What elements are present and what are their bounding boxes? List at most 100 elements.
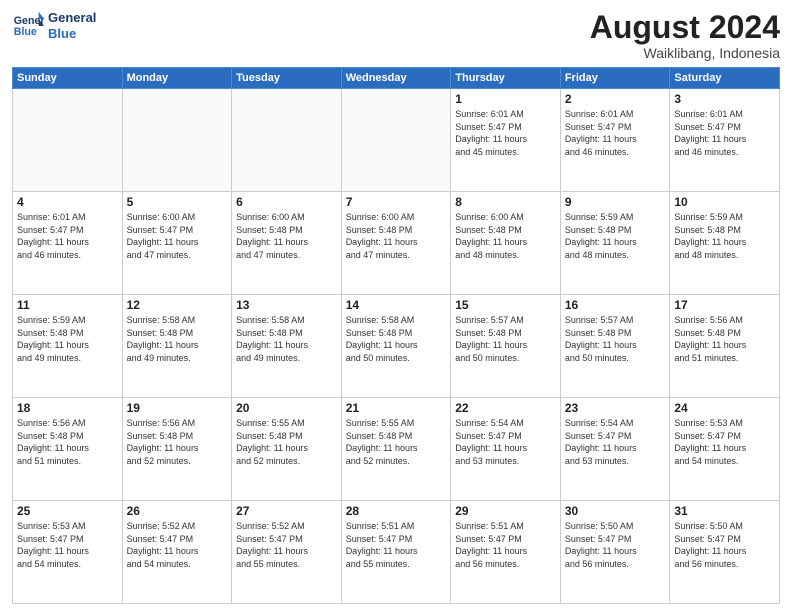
calendar-cell: 22Sunrise: 5:54 AM Sunset: 5:47 PM Dayli… [451,398,561,501]
week-row-4: 18 Sunrise: 5:56 AM Sunset: 5:48 PM Dayli… [13,398,780,501]
day-number: 6 [236,195,337,209]
logo: General Blue General Blue [12,10,96,42]
calendar-cell: 14 Sunrise: 5:58 AM Sunset: 5:48 PM Dayli… [341,295,451,398]
calendar-cell: 12 Sunrise: 5:58 AM Sunset: 5:48 PM Dayli… [122,295,232,398]
day-info: Sunrise: 5:59 AM Sunset: 5:48 PM Dayligh… [674,211,775,261]
day-number: 8 [455,195,556,209]
calendar-cell: 21Sunrise: 5:55 AM Sunset: 5:48 PM Dayli… [341,398,451,501]
day-info: Sunrise: 6:01 AM Sunset: 5:47 PM Dayligh… [674,108,775,158]
day-info: Sunrise: 5:59 AM Sunset: 5:48 PM Dayligh… [565,211,666,261]
day-number: 31 [674,504,775,518]
day-info: Sunrise: 5:55 AM Sunset: 5:48 PM Dayligh… [236,417,337,467]
calendar-cell [122,89,232,192]
day-info: Sunrise: 5:54 AM Sunset: 5:47 PM Dayligh… [565,417,666,467]
title-block: August 2024 Waiklibang, Indonesia [590,10,780,61]
day-info: Sunrise: 5:50 AM Sunset: 5:47 PM Dayligh… [674,520,775,570]
day-info: Sunrise: 5:58 AM Sunset: 5:48 PM Dayligh… [127,314,228,364]
calendar-cell: 27 Sunrise: 5:52 AM Sunset: 5:47 PM Dayli… [232,501,342,604]
day-info: Sunrise: 5:51 AM Sunset: 5:47 PM Dayligh… [455,520,556,570]
weekday-header-monday: Monday [122,68,232,89]
weekday-header-sunday: Sunday [13,68,123,89]
day-info: Sunrise: 6:01 AM Sunset: 5:47 PM Dayligh… [455,108,556,158]
day-info: Sunrise: 5:58 AM Sunset: 5:48 PM Dayligh… [346,314,447,364]
day-info: Sunrise: 6:00 AM Sunset: 5:48 PM Dayligh… [346,211,447,261]
day-number: 1 [455,92,556,106]
calendar-cell: 30 Sunrise: 5:50 AM Sunset: 5:47 PM Dayli… [560,501,670,604]
calendar-cell: 15 Sunrise: 5:57 AM Sunset: 5:48 PM Dayli… [451,295,561,398]
calendar-cell: 13 Sunrise: 5:58 AM Sunset: 5:48 PM Dayli… [232,295,342,398]
calendar-cell: 20 Sunrise: 5:55 AM Sunset: 5:48 PM Dayli… [232,398,342,501]
day-number: 12 [127,298,228,312]
day-info: Sunrise: 5:52 AM Sunset: 5:47 PM Dayligh… [127,520,228,570]
day-info: Sunrise: 5:54 AM Sunset: 5:47 PM Dayligh… [455,417,556,467]
calendar-cell: 31 Sunrise: 5:50 AM Sunset: 5:47 PM Dayli… [670,501,780,604]
logo-icon: General Blue [12,10,44,42]
header: General Blue General Blue August 2024 Wa… [12,10,780,61]
calendar-cell: 5 Sunrise: 6:00 AM Sunset: 5:47 PM Daylig… [122,192,232,295]
logo-text-blue: Blue [48,26,96,42]
day-number: 27 [236,504,337,518]
day-info: Sunrise: 5:53 AM Sunset: 5:47 PM Dayligh… [17,520,118,570]
day-info: Sunrise: 6:01 AM Sunset: 5:47 PM Dayligh… [17,211,118,261]
calendar-cell: 8 Sunrise: 6:00 AM Sunset: 5:48 PM Daylig… [451,192,561,295]
calendar-cell: 2Sunrise: 6:01 AM Sunset: 5:47 PM Daylig… [560,89,670,192]
day-info: Sunrise: 6:01 AM Sunset: 5:47 PM Dayligh… [565,108,666,158]
day-info: Sunrise: 5:50 AM Sunset: 5:47 PM Dayligh… [565,520,666,570]
weekday-header-tuesday: Tuesday [232,68,342,89]
calendar-cell: 17 Sunrise: 5:56 AM Sunset: 5:48 PM Dayli… [670,295,780,398]
day-info: Sunrise: 5:59 AM Sunset: 5:48 PM Dayligh… [17,314,118,364]
calendar-cell: 24Sunrise: 5:53 AM Sunset: 5:47 PM Dayli… [670,398,780,501]
calendar-cell [341,89,451,192]
calendar-cell: 29 Sunrise: 5:51 AM Sunset: 5:47 PM Dayli… [451,501,561,604]
week-row-5: 25 Sunrise: 5:53 AM Sunset: 5:47 PM Dayli… [13,501,780,604]
day-number: 20 [236,401,337,415]
calendar-cell: 7Sunrise: 6:00 AM Sunset: 5:48 PM Daylig… [341,192,451,295]
calendar-cell: 16Sunrise: 5:57 AM Sunset: 5:48 PM Dayli… [560,295,670,398]
day-number: 4 [17,195,118,209]
day-info: Sunrise: 5:58 AM Sunset: 5:48 PM Dayligh… [236,314,337,364]
day-info: Sunrise: 5:57 AM Sunset: 5:48 PM Dayligh… [455,314,556,364]
svg-text:Blue: Blue [14,26,37,38]
calendar-cell: 1 Sunrise: 6:01 AM Sunset: 5:47 PM Daylig… [451,89,561,192]
day-info: Sunrise: 5:57 AM Sunset: 5:48 PM Dayligh… [565,314,666,364]
day-info: Sunrise: 5:56 AM Sunset: 5:48 PM Dayligh… [17,417,118,467]
weekday-header-row: SundayMondayTuesdayWednesdayThursdayFrid… [13,68,780,89]
logo-text-general: General [48,10,96,26]
day-number: 13 [236,298,337,312]
weekday-header-wednesday: Wednesday [341,68,451,89]
calendar-cell: 19Sunrise: 5:56 AM Sunset: 5:48 PM Dayli… [122,398,232,501]
calendar-cell: 4 Sunrise: 6:01 AM Sunset: 5:47 PM Daylig… [13,192,123,295]
calendar-cell: 18 Sunrise: 5:56 AM Sunset: 5:48 PM Dayli… [13,398,123,501]
week-row-1: 1 Sunrise: 6:01 AM Sunset: 5:47 PM Daylig… [13,89,780,192]
day-info: Sunrise: 6:00 AM Sunset: 5:47 PM Dayligh… [127,211,228,261]
calendar-cell: 3Sunrise: 6:01 AM Sunset: 5:47 PM Daylig… [670,89,780,192]
day-info: Sunrise: 5:56 AM Sunset: 5:48 PM Dayligh… [674,314,775,364]
calendar-cell: 10Sunrise: 5:59 AM Sunset: 5:48 PM Dayli… [670,192,780,295]
weekday-header-saturday: Saturday [670,68,780,89]
day-number: 25 [17,504,118,518]
day-number: 15 [455,298,556,312]
day-info: Sunrise: 5:52 AM Sunset: 5:47 PM Dayligh… [236,520,337,570]
day-info: Sunrise: 5:55 AM Sunset: 5:48 PM Dayligh… [346,417,447,467]
weekday-header-friday: Friday [560,68,670,89]
day-info: Sunrise: 5:56 AM Sunset: 5:48 PM Dayligh… [127,417,228,467]
page: General Blue General Blue August 2024 Wa… [0,0,792,612]
day-info: Sunrise: 6:00 AM Sunset: 5:48 PM Dayligh… [455,211,556,261]
day-number: 14 [346,298,447,312]
location: Waiklibang, Indonesia [590,45,780,61]
day-number: 5 [127,195,228,209]
day-number: 29 [455,504,556,518]
day-number: 18 [17,401,118,415]
day-number: 9 [565,195,666,209]
day-number: 30 [565,504,666,518]
month-title: August 2024 [590,10,780,45]
day-number: 24 [674,401,775,415]
weekday-header-thursday: Thursday [451,68,561,89]
calendar-cell: 6Sunrise: 6:00 AM Sunset: 5:48 PM Daylig… [232,192,342,295]
calendar-cell: 28Sunrise: 5:51 AM Sunset: 5:47 PM Dayli… [341,501,451,604]
calendar-cell: 9 Sunrise: 5:59 AM Sunset: 5:48 PM Daylig… [560,192,670,295]
day-number: 23 [565,401,666,415]
day-info: Sunrise: 5:51 AM Sunset: 5:47 PM Dayligh… [346,520,447,570]
day-number: 17 [674,298,775,312]
week-row-3: 11Sunrise: 5:59 AM Sunset: 5:48 PM Dayli… [13,295,780,398]
